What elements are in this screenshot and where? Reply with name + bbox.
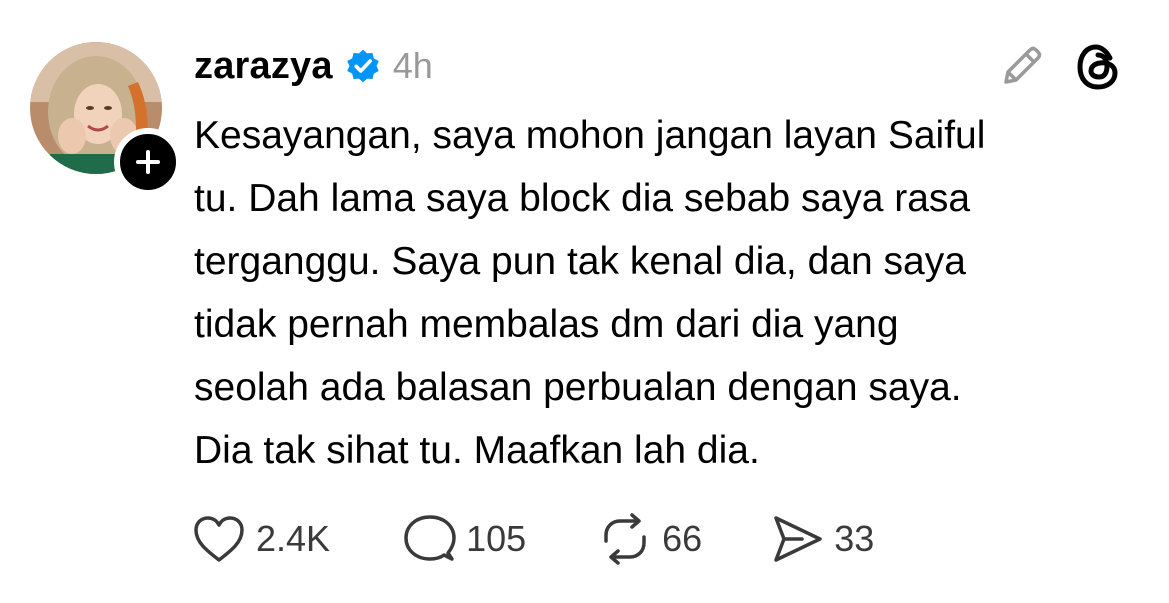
- reply-count: 105: [466, 518, 527, 559]
- repost-count: 66: [662, 518, 703, 559]
- send-icon: [774, 516, 822, 562]
- share-count: 33: [834, 518, 875, 559]
- comment-bubble-icon: [404, 515, 456, 561]
- like-button[interactable]: 2.4K: [192, 514, 330, 564]
- author-username[interactable]: zarazya: [194, 45, 333, 88]
- author-avatar[interactable]: [30, 42, 182, 196]
- threads-post: zarazya 4h Kesayangan, saya mohon jangan…: [0, 0, 1169, 603]
- post-body-text: Kesayangan, saya mohon jangan layan Saif…: [194, 114, 986, 472]
- follow-button[interactable]: [114, 128, 182, 196]
- verified-badge-icon: [345, 48, 381, 84]
- reply-button[interactable]: 105: [404, 513, 526, 565]
- heart-icon: [194, 516, 244, 562]
- post-timestamp: 4h: [392, 45, 433, 86]
- threads-logo-icon[interactable]: [1074, 42, 1122, 92]
- pencil-icon[interactable]: [998, 42, 1046, 90]
- repost-button[interactable]: 66: [598, 513, 702, 565]
- repost-arrows-icon: [604, 513, 646, 565]
- post-action-bar: 2.4K 105 66 33: [192, 512, 874, 566]
- share-button[interactable]: 33: [772, 514, 874, 564]
- post-header: zarazya 4h: [194, 40, 433, 92]
- plus-icon: [136, 150, 160, 174]
- like-count: 2.4K: [256, 518, 331, 559]
